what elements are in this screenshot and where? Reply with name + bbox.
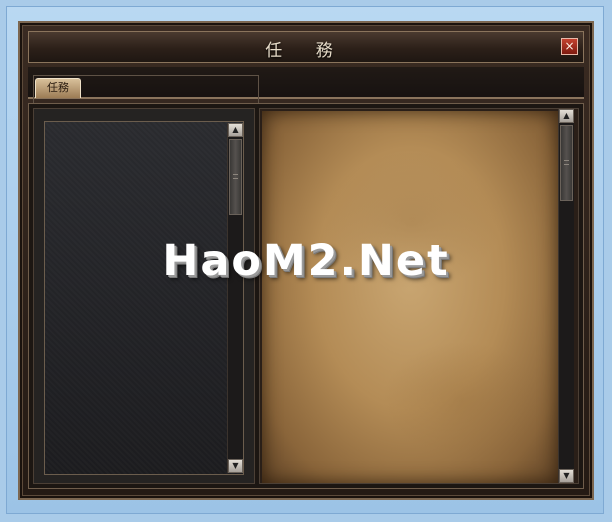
quest-detail-scroll-thumb[interactable] bbox=[560, 125, 573, 201]
quest-list-scroll-thumb[interactable] bbox=[229, 139, 242, 215]
close-button[interactable]: × bbox=[561, 38, 578, 55]
quest-detail-scroll-down-button[interactable]: ▼ bbox=[559, 469, 574, 483]
tab-strip: 任務 bbox=[28, 67, 584, 103]
content-area: ▲ ▼ ▲ ▼ bbox=[28, 103, 584, 489]
thumb-grip bbox=[233, 174, 238, 175]
arrow-down-icon: ▼ bbox=[563, 471, 570, 480]
thumb-grip bbox=[564, 164, 569, 165]
arrow-down-icon: ▼ bbox=[232, 461, 239, 470]
quest-detail-panel: ▲ ▼ bbox=[259, 108, 579, 484]
arrow-up-icon: ▲ bbox=[232, 125, 239, 134]
title-bar[interactable]: 任 務 × bbox=[28, 31, 584, 63]
arrow-up-icon: ▲ bbox=[563, 111, 570, 120]
quest-list-panel: ▲ ▼ bbox=[33, 108, 255, 484]
quest-list-scroll-down-button[interactable]: ▼ bbox=[228, 459, 243, 473]
thumb-grip bbox=[564, 160, 569, 161]
thumb-grip bbox=[233, 178, 238, 179]
quest-detail-parchment[interactable] bbox=[262, 111, 558, 483]
tab-quest[interactable]: 任務 bbox=[35, 78, 81, 98]
parchment-texture bbox=[382, 341, 542, 461]
window-title: 任 務 bbox=[265, 41, 347, 61]
quest-list-scrollbar[interactable]: ▲ ▼ bbox=[227, 123, 243, 473]
watermark: HaoM2.Net bbox=[162, 236, 450, 286]
quest-list-scroll-up-button[interactable]: ▲ bbox=[228, 123, 243, 137]
quest-detail-scroll-up-button[interactable]: ▲ bbox=[559, 109, 574, 123]
quest-detail-scrollbar[interactable]: ▲ ▼ bbox=[558, 109, 574, 483]
quest-list[interactable] bbox=[44, 121, 244, 475]
close-icon: × bbox=[564, 39, 575, 53]
